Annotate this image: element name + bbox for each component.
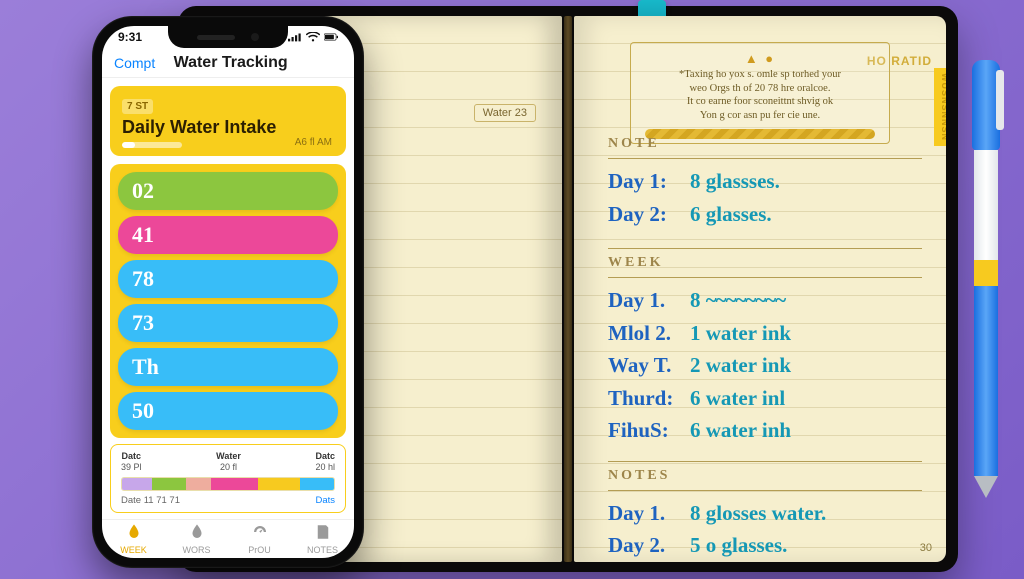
- gauge-icon: [251, 523, 269, 543]
- journal-row: Day 2:6 glasses.: [608, 198, 922, 231]
- section-note-label: NOTE: [608, 136, 922, 152]
- screen-title: Water Tracking: [137, 54, 324, 72]
- journal-row: Day 2.5 o glasses.: [608, 529, 922, 562]
- journal-row: Day 1.8 ~~~~~~~~: [608, 284, 922, 317]
- journal-row: FihuS:6 water inh: [608, 414, 922, 447]
- intake-bar[interactable]: 78: [118, 260, 338, 298]
- journal-row: Mlol 2.1 water ink: [608, 317, 922, 350]
- battery-icon: [324, 32, 338, 42]
- summary-col: Datc39 Pl: [121, 451, 142, 472]
- journal-row: Way T.2 water ink: [608, 349, 922, 382]
- hero-card: 7 ST Daily Water Intake A6 fl AM: [110, 86, 346, 156]
- tab-prou[interactable]: PrOU: [228, 520, 291, 558]
- tab-notes[interactable]: NOTES: [291, 520, 354, 558]
- quote-callout: ▲ ● *Taxing ho yox s. omle sp torhed you…: [630, 42, 890, 144]
- intake-bar[interactable]: 41: [118, 216, 338, 254]
- intake-bar[interactable]: 02: [118, 172, 338, 210]
- phone-notch: [168, 26, 288, 48]
- droplet-icon: [188, 523, 206, 543]
- hero-timestamp: A6 fl AM: [295, 137, 332, 148]
- journal-row: Day 1:8 glassses.: [608, 165, 922, 198]
- notebook-page-right: HO RATID WUSNSNNSN ▲ ● *Taxing ho yox s.…: [574, 16, 946, 562]
- date-line-left: Date 11 71 71: [121, 495, 180, 506]
- phone-screen: 9:31 Compt Water Tracking 7 ST Daily Wat…: [102, 26, 354, 558]
- section-notes-label: NOTES: [608, 468, 922, 484]
- notebook-spine: [564, 16, 572, 562]
- droplet-icon: [125, 523, 143, 543]
- droplet-icon: ▲ ●: [645, 51, 875, 66]
- intake-bar[interactable]: 73: [118, 304, 338, 342]
- section-week-label: WEEK: [608, 255, 922, 271]
- status-time: 9:31: [118, 30, 142, 44]
- note-icon: [314, 523, 332, 543]
- callout-line: *Taxing ho yox s. omle sp torhed your: [645, 68, 875, 82]
- signal-icon: [288, 32, 302, 42]
- callout-line: weo Orgs th of 20 78 hre oralcoe.: [645, 82, 875, 96]
- hero-chip: 7 ST: [122, 99, 153, 114]
- hero-progress: [122, 142, 182, 148]
- right-page-body: NOTE Day 1:8 glassses.Day 2:6 glasses. W…: [608, 136, 922, 562]
- nav-bar: Compt Water Tracking: [102, 48, 354, 78]
- callout-line: Yon g cor asn pu fer cie une.: [645, 109, 875, 123]
- intake-bars: 02 41 78 73 Th 50: [110, 164, 346, 438]
- wifi-icon: [306, 32, 320, 42]
- page-number-right: 30: [920, 542, 932, 554]
- summary-col: Datc20 hl: [315, 451, 335, 472]
- hero-title: Daily Water Intake: [122, 117, 334, 138]
- tab-bar: WEEKWORSPrOUNOTES: [102, 519, 354, 558]
- tab-week[interactable]: WEEK: [102, 520, 165, 558]
- pen: [970, 60, 1002, 560]
- yellow-side-tab[interactable]: WUSNSNNSN: [934, 68, 946, 146]
- journal-row: Thurd:6 water inl: [608, 382, 922, 415]
- phone-device: 9:31 Compt Water Tracking 7 ST Daily Wat…: [92, 16, 364, 568]
- callout-line: It co earne foor sconeittnt shvig ok: [645, 95, 875, 109]
- summary-gauge: [121, 477, 335, 491]
- date-line-right[interactable]: Dats: [315, 495, 335, 506]
- summary-col: Water20 fl: [216, 451, 241, 472]
- left-page-header: Water 23: [474, 104, 536, 122]
- summary-strip: Datc39 Pl Water20 fl Datc20 hl Date 11 71 …: [110, 444, 346, 513]
- intake-bar[interactable]: 50: [118, 392, 338, 430]
- journal-row: Day 1.8 glosses water.: [608, 497, 922, 530]
- intake-bar[interactable]: Th: [118, 348, 338, 386]
- tab-wors[interactable]: WORS: [165, 520, 228, 558]
